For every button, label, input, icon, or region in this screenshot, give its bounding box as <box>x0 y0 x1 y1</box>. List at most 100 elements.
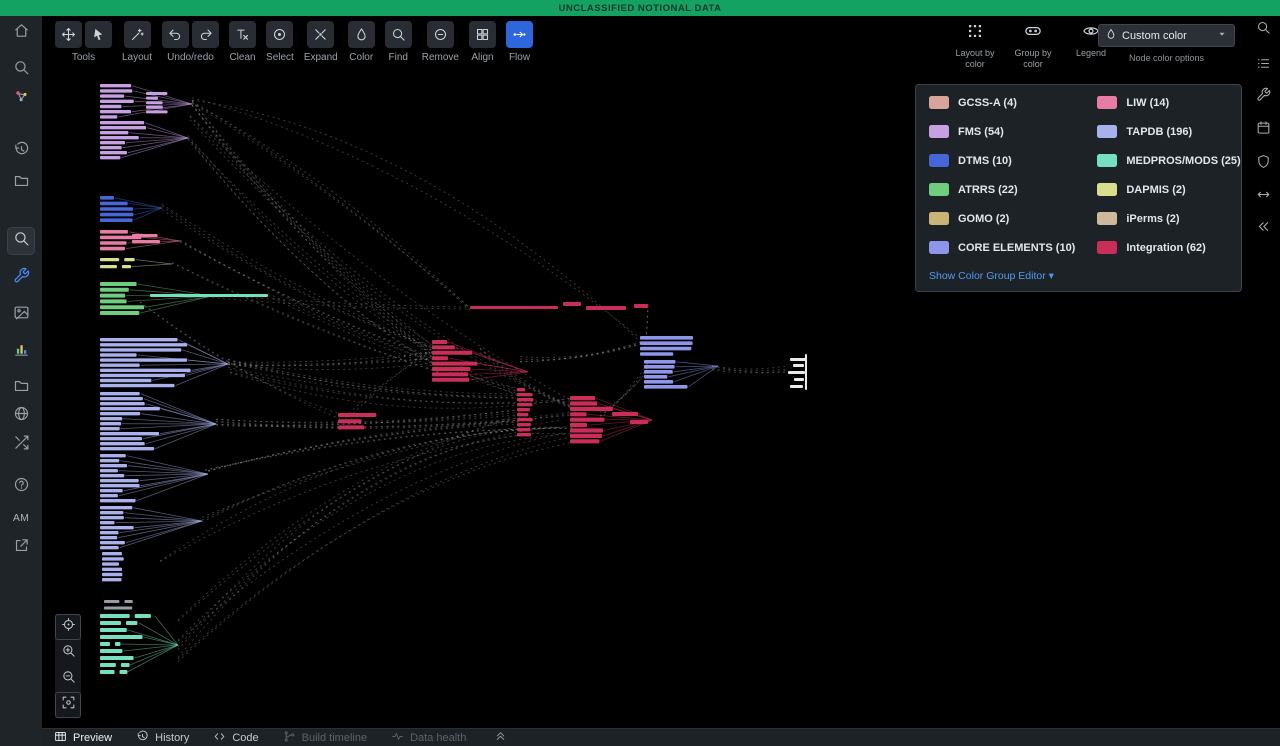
color-swatch <box>929 96 949 109</box>
collapse-bottombar-button[interactable] <box>494 730 507 746</box>
color-swatch <box>929 154 949 167</box>
legend-item-dapmis[interactable]: DAPMIS (2) <box>1097 183 1240 196</box>
toolbar-buttons <box>469 21 496 48</box>
sidebar-item-inspect[interactable] <box>7 227 35 255</box>
legend-item-liw[interactable]: LIW (14) <box>1097 96 1240 109</box>
right-controls: Layout by color Group by color Legend <box>952 22 1114 71</box>
sidebar-item-projects[interactable] <box>7 169 35 197</box>
legend-item-atrrs[interactable]: ATRRS (22) <box>929 183 1075 196</box>
toolbar-group-find: Find <box>384 21 412 63</box>
layout-wand-button[interactable] <box>123 21 151 48</box>
toolbar-label-layout: Layout <box>122 52 153 63</box>
legend-item-tapdb[interactable]: TAPDB (196) <box>1097 125 1240 138</box>
bottombar-tab-data-health[interactable]: Data health <box>391 730 466 746</box>
legend-item-integration[interactable]: Integration (62) <box>1097 241 1240 254</box>
layout-by-color-button[interactable]: Layout by color <box>952 22 998 71</box>
toolbar-group-tools: Tools <box>55 21 112 63</box>
scan-icon <box>61 695 76 715</box>
legend-label: DAPMIS (2) <box>1126 183 1186 196</box>
legend-item-iperms[interactable]: iPerms (2) <box>1097 212 1240 225</box>
wrench-icon <box>13 267 30 289</box>
rail-collapse-panel-button[interactable] <box>1251 217 1275 241</box>
legend-item-fms[interactable]: FMS (54) <box>929 125 1075 138</box>
bottombar-tab-code[interactable]: Code <box>213 730 259 746</box>
shuffle-icon <box>13 434 30 456</box>
remove-remove-button[interactable] <box>426 21 454 48</box>
node-color-dropdown[interactable]: Custom color <box>1098 24 1235 47</box>
flow-flow-button[interactable] <box>506 21 533 48</box>
select-select-button[interactable] <box>266 21 294 48</box>
code-icon <box>213 730 226 746</box>
rail-resize-button[interactable] <box>1251 185 1275 209</box>
sidebar-item-globe[interactable] <box>7 402 35 430</box>
toolbar-label-align: Align <box>471 52 494 63</box>
sidebar-item-open-app[interactable] <box>7 534 35 562</box>
legend-item-dtms[interactable]: DTMS (10) <box>929 154 1075 167</box>
legend-item-gcss-a[interactable]: GCSS-A (4) <box>929 96 1075 109</box>
globe-icon <box>13 405 30 427</box>
bottombar-tab-history[interactable]: History <box>136 730 189 746</box>
toolbar-label-tools: Tools <box>71 52 96 63</box>
legend-label: iPerms (2) <box>1126 212 1180 225</box>
toolbar-group-flow: Flow <box>506 21 533 63</box>
legend-label: LIW (14) <box>1126 96 1170 109</box>
search-icon <box>13 230 30 252</box>
legend-columns: GCSS-A (4) FMS (54) DTMS (10) ATRRS (22)… <box>929 96 1241 270</box>
grid-dots-icon <box>966 22 984 45</box>
bottombar-tab-build-timeline[interactable]: Build timeline <box>283 730 367 746</box>
center-target-button[interactable] <box>55 614 81 640</box>
sidebar-item-files[interactable] <box>7 374 35 402</box>
color-droplet-button[interactable] <box>347 21 375 48</box>
legend-item-core-elements[interactable]: CORE ELEMENTS (10) <box>929 241 1075 254</box>
undo-redo-redo-button[interactable] <box>192 21 220 48</box>
rail-tools-button[interactable] <box>1251 85 1275 109</box>
show-color-group-editor-link[interactable]: Show Color Group Editor ▾ <box>929 270 1229 282</box>
sidebar-item-build-tools[interactable] <box>7 264 35 292</box>
sidebar-item-home[interactable] <box>7 19 35 47</box>
align-align-button[interactable] <box>469 21 496 48</box>
legend-label: GOMO (2) <box>958 212 1010 225</box>
node-color-dropdown-label: Custom color <box>1122 29 1187 42</box>
sidebar-item-images[interactable] <box>7 301 35 329</box>
user-avatar[interactable]: AM <box>7 504 35 532</box>
home-icon <box>13 22 30 44</box>
find-search-button[interactable] <box>384 21 412 48</box>
zoom-in-button[interactable] <box>55 640 81 666</box>
sidebar-item-shuffle[interactable] <box>7 431 35 459</box>
legend-item-gomo[interactable]: GOMO (2) <box>929 212 1075 225</box>
network-icon <box>13 88 30 110</box>
sidebar-item-search[interactable] <box>7 56 35 84</box>
expand-expand-button[interactable] <box>307 21 335 48</box>
pulse-icon <box>391 730 404 746</box>
right-rail <box>1250 16 1276 241</box>
rail-search-button[interactable] <box>1251 18 1275 42</box>
color-swatch <box>929 241 949 254</box>
color-swatch <box>929 125 949 138</box>
sidebar-item-data-network[interactable] <box>7 85 35 113</box>
group-by-color-button[interactable]: Group by color <box>1010 22 1056 71</box>
sidebar-item-help[interactable] <box>7 473 35 501</box>
color-swatch <box>1097 125 1118 138</box>
arrows-h-icon <box>1256 187 1271 207</box>
clean-clean-button[interactable] <box>229 21 257 48</box>
zoom-out-button[interactable] <box>55 666 81 692</box>
fit-view-button[interactable] <box>55 692 81 718</box>
zoom-out-icon <box>61 669 76 689</box>
help-icon <box>13 476 30 498</box>
toolbar-buttons <box>162 21 220 48</box>
chart-icon <box>13 341 30 363</box>
search-icon <box>1256 20 1271 40</box>
sidebar-item-history[interactable] <box>7 138 35 166</box>
tools-move-button[interactable] <box>55 21 82 48</box>
tools-cursor-button[interactable] <box>85 21 112 48</box>
chevrons-left-icon <box>1256 219 1271 239</box>
rail-list-button[interactable] <box>1251 54 1275 78</box>
history-icon <box>136 730 149 746</box>
bottombar-tab-preview[interactable]: Preview <box>54 730 112 746</box>
sidebar-item-charts[interactable] <box>7 338 35 366</box>
legend-item-medpros-mods[interactable]: MEDPROS/MODS (25) <box>1097 154 1241 167</box>
rail-shield-button[interactable] <box>1251 152 1275 176</box>
legend-label: ATRRS (22) <box>958 183 1018 196</box>
rail-calendar-button[interactable] <box>1251 118 1275 142</box>
undo-redo-undo-button[interactable] <box>162 21 190 48</box>
